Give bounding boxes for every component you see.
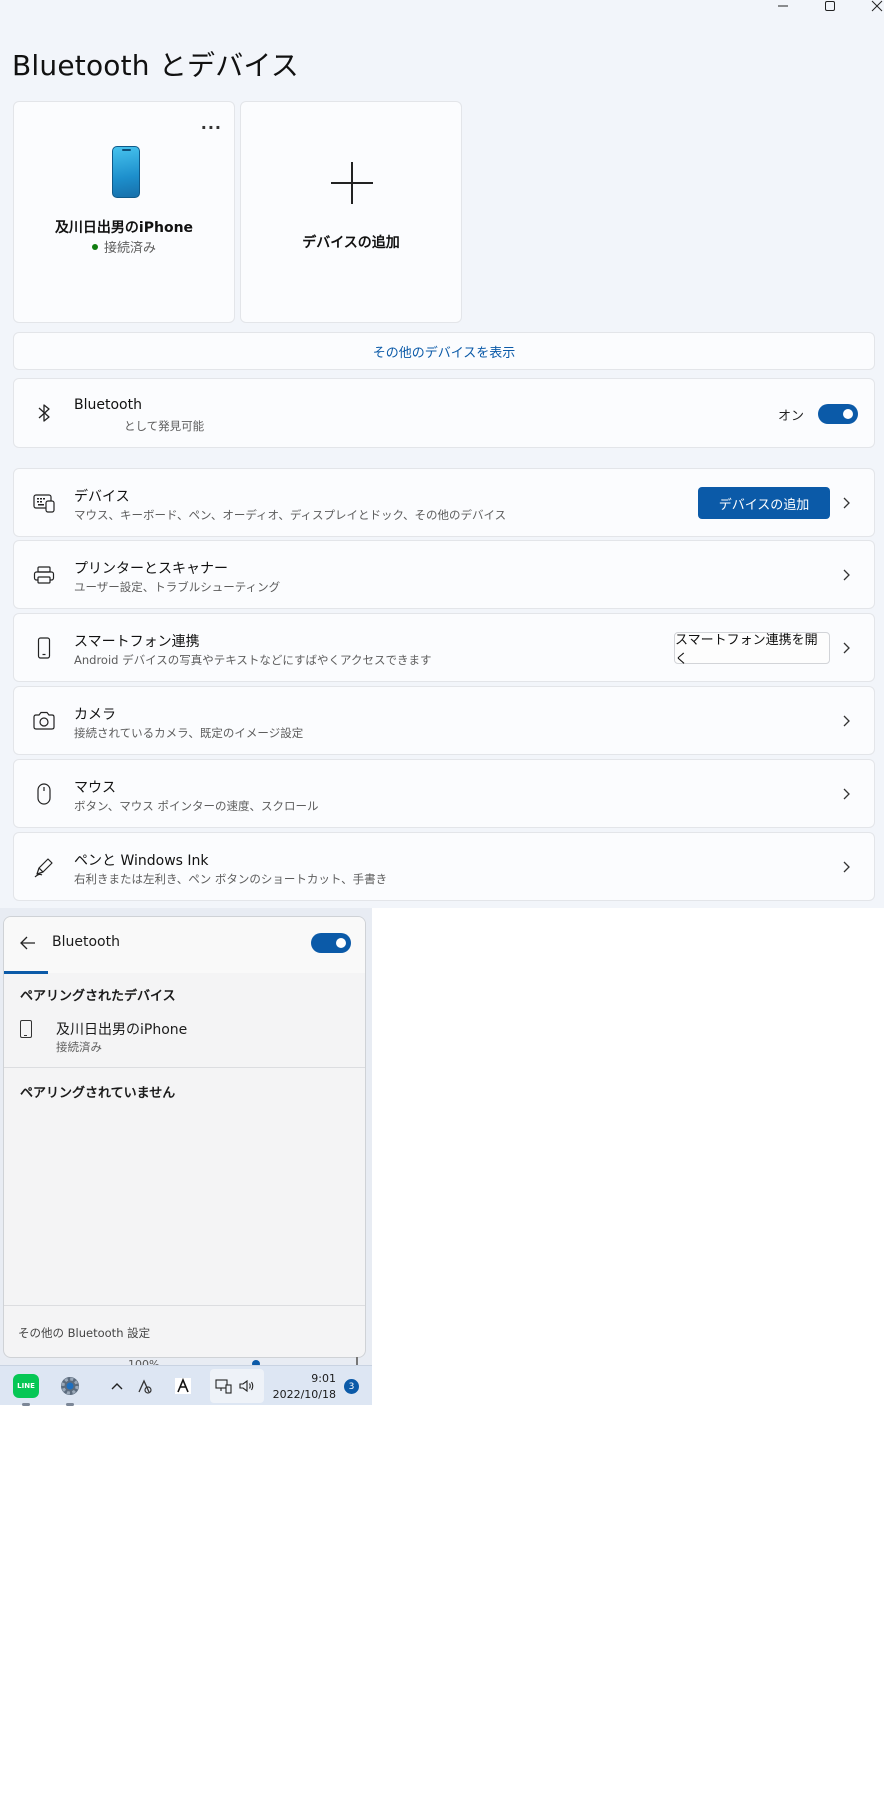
close-icon[interactable] — [862, 0, 884, 12]
row-camera[interactable]: カメラ 接続されているカメラ、既定のイメージ設定 — [13, 686, 875, 755]
camera-icon — [32, 709, 56, 733]
flyout-bluetooth-toggle[interactable] — [311, 933, 351, 953]
row-title: スマートフォン連携 — [74, 634, 200, 650]
open-phone-link-button[interactable]: スマートフォン連携を開く — [674, 632, 830, 667]
bluetooth-row: Bluetooth として発見可能 オン — [13, 378, 875, 448]
settings-window: Bluetooth とデバイス ... 及川日出男のiPhone 接続済み デバ… — [0, 0, 884, 908]
row-title: カメラ — [74, 707, 116, 723]
running-indicator — [66, 1403, 74, 1406]
row-subtitle: 右利きまたは左利き、ペン ボタンのショートカット、手書き — [74, 872, 388, 886]
row-printers[interactable]: プリンターとスキャナー ユーザー設定、トラブルシューティング — [13, 540, 875, 609]
row-subtitle: 接続されているカメラ、既定のイメージ設定 — [74, 726, 304, 740]
divider — [4, 1067, 365, 1068]
device-name: 及川日出男のiPhone — [54, 220, 194, 236]
chevron-right-icon — [836, 493, 856, 513]
chevron-right-icon — [836, 638, 856, 658]
clock-date[interactable]: 2022/10/18 — [273, 1388, 336, 1401]
smartphone-icon — [32, 636, 56, 660]
add-device-label: デバイスの追加 — [302, 235, 400, 251]
tray-tool-icon[interactable] — [134, 1372, 156, 1400]
pen-icon — [32, 855, 56, 879]
device-card-iphone[interactable]: ... 及川日出男のiPhone 接続済み — [13, 101, 235, 323]
row-subtitle: Android デバイスの写真やテキストなどにすばやくアクセスできます — [74, 653, 432, 667]
chevron-right-icon — [836, 784, 856, 804]
flyout-title: Bluetooth — [52, 934, 120, 950]
mouse-icon — [32, 782, 56, 806]
device-status: 接続済み — [14, 237, 234, 256]
row-pen-windows-ink[interactable]: ペンと Windows Ink 右利きまたは左利き、ペン ボタンのショートカット… — [13, 832, 875, 901]
printer-icon — [32, 563, 56, 587]
plus-icon — [331, 162, 373, 204]
volume-icon — [236, 1372, 258, 1400]
ime-icon[interactable] — [172, 1372, 194, 1400]
chevron-right-icon — [836, 857, 856, 877]
chevron-up-icon[interactable] — [106, 1372, 128, 1400]
row-devices[interactable]: デバイス マウス、キーボード、ペン、オーディオ、ディスプレイとドック、その他のデ… — [13, 468, 875, 537]
connected-dot-icon — [91, 244, 98, 250]
bluetooth-discoverable-text: として発見可能 — [124, 419, 205, 433]
unpaired-heading: ペアリングされていません — [20, 1086, 176, 1101]
line-app-icon[interactable]: LINE — [13, 1374, 39, 1398]
back-arrow-icon[interactable] — [18, 933, 38, 953]
bluetooth-icon — [32, 401, 56, 425]
taskbar: LINE 9:01 2022/10/18 3 — [0, 1365, 372, 1406]
bluetooth-toggle[interactable] — [818, 404, 858, 424]
divider — [4, 1305, 365, 1306]
bluetooth-title: Bluetooth — [74, 397, 142, 413]
chevron-right-icon — [836, 711, 856, 731]
row-phone-link[interactable]: スマートフォン連携 Android デバイスの写真やテキストなどにすばやくアクセ… — [13, 613, 875, 682]
page-title: Bluetooth とデバイス — [12, 49, 299, 82]
row-title: ペンと Windows Ink — [74, 853, 209, 869]
row-title: マウス — [74, 780, 116, 796]
row-subtitle: マウス、キーボード、ペン、オーディオ、ディスプレイとドック、その他のデバイス — [74, 508, 507, 522]
bluetooth-toggle-label: オン — [777, 409, 804, 424]
network-icon — [212, 1372, 234, 1400]
row-subtitle: ボタン、マウス ポインターの速度、スクロール — [74, 799, 319, 813]
keyboard-icon — [32, 491, 56, 515]
running-indicator — [22, 1403, 30, 1406]
row-title: プリンターとスキャナー — [74, 561, 228, 577]
paired-device-status: 接続済み — [56, 1040, 102, 1054]
flyout-header: Bluetooth — [4, 917, 365, 974]
add-device-button[interactable]: デバイスの追加 — [698, 487, 830, 519]
maximize-icon[interactable] — [815, 0, 845, 12]
more-options-icon[interactable]: ... — [201, 114, 222, 133]
show-more-devices-button[interactable]: その他のデバイスを表示 — [13, 332, 875, 370]
row-title: デバイス — [74, 489, 130, 505]
chevron-right-icon — [836, 565, 856, 585]
notification-badge[interactable]: 3 — [344, 1379, 359, 1394]
bluetooth-flyout: Bluetooth ペアリングされたデバイス 及川日出男のiPhone 接続済み… — [3, 916, 366, 1358]
settings-gear-icon[interactable] — [56, 1372, 84, 1400]
device-status-text: 接続済み — [103, 241, 156, 256]
quick-settings-area: Bluetooth ペアリングされたデバイス 及川日出男のiPhone 接続済み… — [0, 908, 372, 1405]
clock-time[interactable]: 9:01 — [311, 1372, 336, 1385]
row-subtitle: ユーザー設定、トラブルシューティング — [74, 580, 281, 594]
row-mouse[interactable]: マウス ボタン、マウス ポインターの速度、スクロール — [13, 759, 875, 828]
add-device-card[interactable]: デバイスの追加 — [240, 101, 462, 323]
flyout-active-indicator — [4, 971, 48, 974]
smartphone-icon — [20, 1020, 32, 1038]
paired-device-name: 及川日出男のiPhone — [56, 1022, 188, 1038]
minimize-icon[interactable] — [768, 0, 798, 12]
paired-devices-heading: ペアリングされたデバイス — [20, 989, 176, 1004]
iphone-icon — [112, 146, 140, 198]
more-bluetooth-settings-link[interactable]: その他の Bluetooth 設定 — [18, 1325, 150, 1341]
